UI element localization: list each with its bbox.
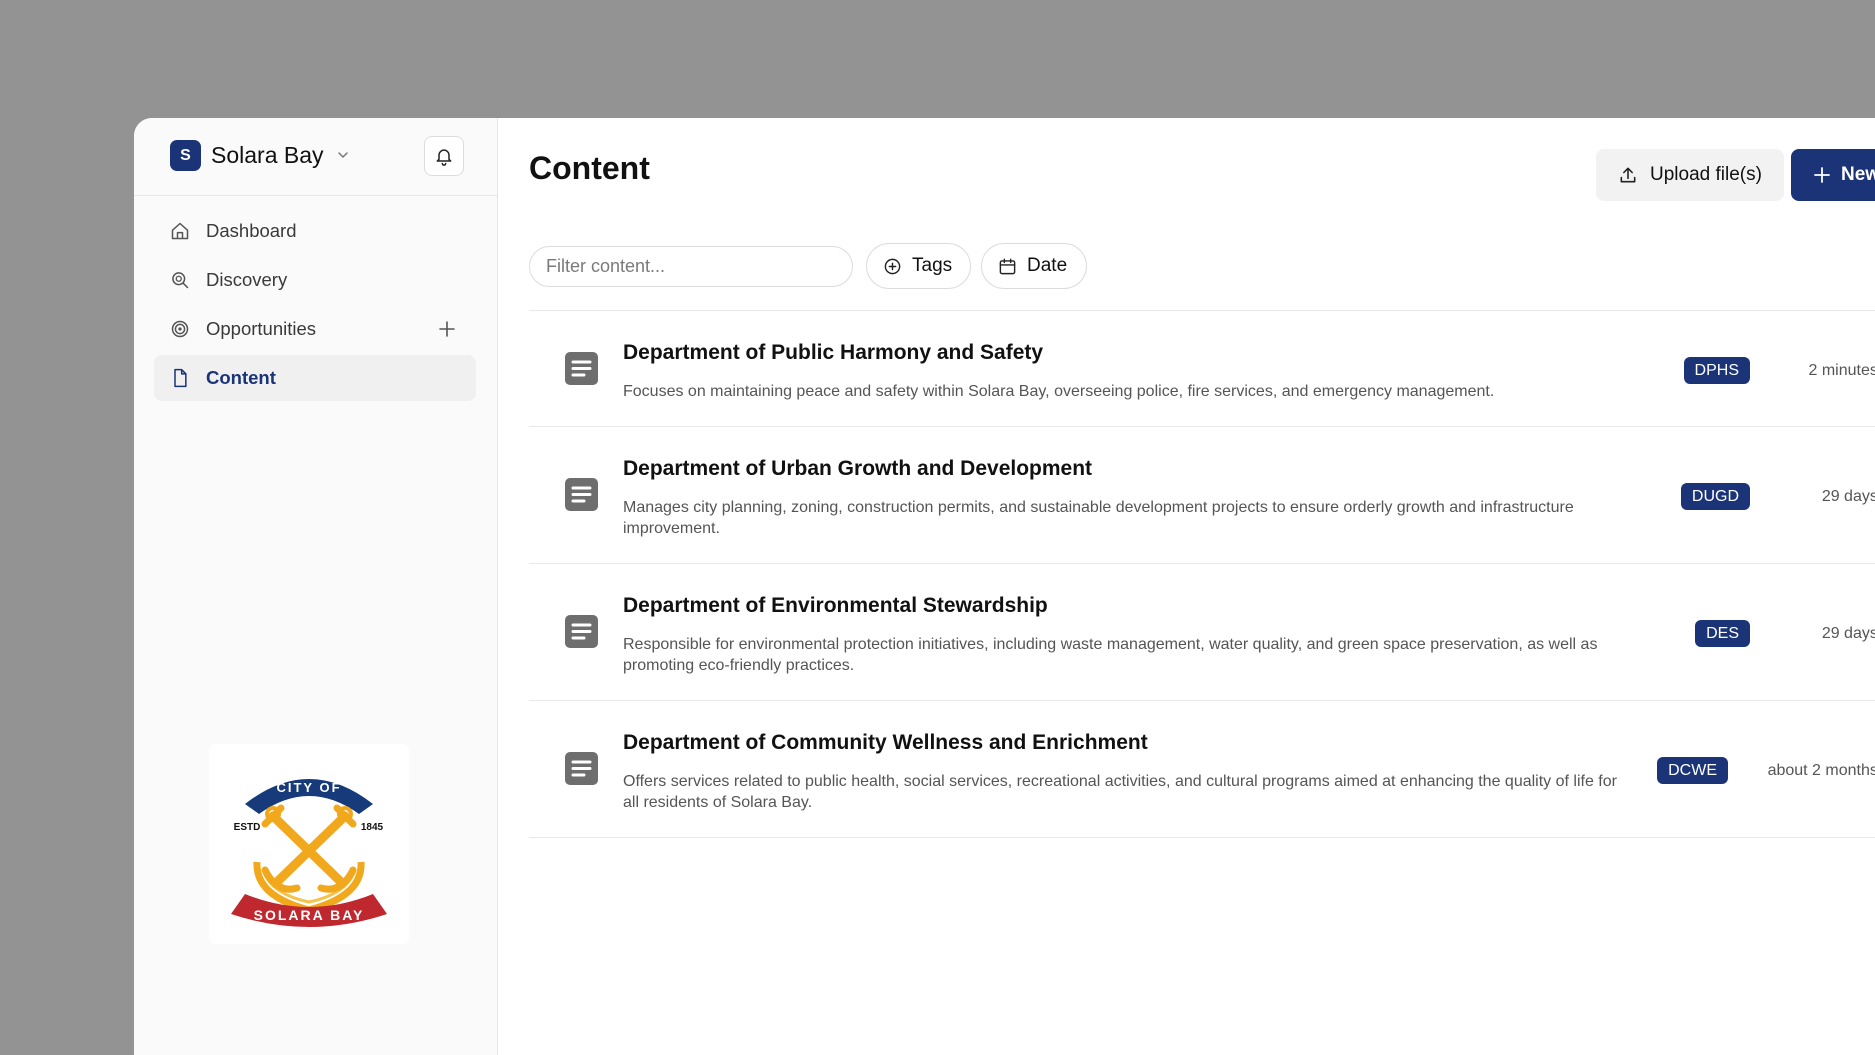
tags-filter-label: Tags bbox=[912, 255, 953, 276]
search-zoom-icon bbox=[172, 272, 189, 289]
department-badge: DCWE bbox=[1657, 757, 1728, 784]
app-window: S Solara Bay Dashboard Discovery Opportu… bbox=[134, 118, 1875, 1055]
city-seal-card: CITY OF ESTD 1845 SOLARA BAY bbox=[209, 744, 409, 944]
document-icon bbox=[565, 352, 598, 385]
item-description: Manages city planning, zoning, construct… bbox=[623, 499, 1574, 537]
sidebar-item-label: Dashboard bbox=[206, 220, 297, 241]
new-content-label: New bbox=[1841, 164, 1875, 185]
bell-icon bbox=[436, 149, 452, 166]
org-name[interactable]: Solara Bay bbox=[211, 142, 324, 169]
item-timestamp: 29 days ago bbox=[1821, 625, 1875, 642]
list-item[interactable]: Department of Environmental Stewardship … bbox=[529, 564, 1875, 701]
target-icon bbox=[171, 320, 189, 338]
sidebar-item-label: Discovery bbox=[206, 269, 288, 290]
plus-icon bbox=[1814, 167, 1830, 183]
main-content: Content Upload file(s) New Tags bbox=[497, 118, 1875, 1055]
document-icon bbox=[565, 752, 598, 785]
upload-files-button[interactable]: Upload file(s) bbox=[1596, 149, 1784, 201]
item-title[interactable]: Department of Public Harmony and Safety bbox=[623, 341, 1043, 365]
item-description: Focuses on maintaining peace and safety … bbox=[623, 383, 1495, 400]
content-list: Department of Public Harmony and Safety … bbox=[529, 310, 1875, 838]
department-badge: DES bbox=[1695, 620, 1750, 647]
sidebar-item-content[interactable]: Content bbox=[154, 355, 476, 401]
list-item[interactable]: Department of Public Harmony and Safety … bbox=[529, 311, 1875, 427]
item-timestamp: 29 days ago bbox=[1821, 488, 1875, 505]
sidebar-item-dashboard[interactable]: Dashboard bbox=[154, 208, 476, 254]
department-badge: DPHS bbox=[1683, 357, 1750, 384]
list-item[interactable]: Department of Community Wellness and Enr… bbox=[529, 701, 1875, 838]
document-icon bbox=[565, 478, 598, 511]
seal-right-text: 1845 bbox=[361, 822, 384, 833]
list-item[interactable]: Department of Urban Growth and Developme… bbox=[529, 427, 1875, 564]
file-icon bbox=[174, 368, 187, 388]
new-content-button[interactable]: New bbox=[1791, 149, 1875, 201]
org-avatar[interactable]: S bbox=[170, 140, 201, 171]
calendar-icon bbox=[999, 258, 1016, 274]
notifications-button[interactable] bbox=[424, 136, 464, 176]
department-badge: DUGD bbox=[1680, 483, 1750, 510]
plus-circle-icon bbox=[884, 258, 901, 274]
city-seal-logo: CITY OF ESTD 1845 SOLARA BAY bbox=[231, 779, 387, 927]
sidebar-item-discovery[interactable]: Discovery bbox=[154, 257, 476, 303]
filter-content-input[interactable] bbox=[529, 246, 853, 287]
home-icon bbox=[171, 222, 189, 240]
item-timestamp: 2 minutes ago bbox=[1808, 362, 1875, 379]
sidebar-nav: Dashboard Discovery Opportunities Conten… bbox=[154, 208, 476, 404]
sidebar-item-opportunities[interactable]: Opportunities bbox=[154, 306, 476, 352]
sidebar: S Solara Bay Dashboard Discovery Opportu… bbox=[134, 118, 498, 1055]
item-title[interactable]: Department of Environmental Stewardship bbox=[623, 594, 1048, 618]
item-description: Responsible for environmental protection… bbox=[623, 636, 1598, 674]
date-filter-button[interactable]: Date bbox=[981, 243, 1087, 289]
item-description: Offers services related to public health… bbox=[623, 773, 1617, 811]
date-filter-label: Date bbox=[1027, 255, 1068, 276]
sidebar-header: S Solara Bay bbox=[134, 118, 497, 196]
tags-filter-button[interactable]: Tags bbox=[866, 243, 971, 289]
sidebar-item-label: Content bbox=[206, 367, 276, 388]
upload-files-label: Upload file(s) bbox=[1650, 164, 1762, 185]
page-title: Content bbox=[529, 150, 650, 186]
item-title[interactable]: Department of Community Wellness and Enr… bbox=[623, 731, 1148, 755]
seal-left-text: ESTD bbox=[234, 822, 261, 833]
upload-icon bbox=[1620, 167, 1636, 183]
sidebar-item-label: Opportunities bbox=[206, 318, 317, 339]
item-title[interactable]: Department of Urban Growth and Developme… bbox=[623, 457, 1092, 481]
document-icon bbox=[565, 615, 598, 648]
seal-top-text: CITY OF bbox=[276, 780, 341, 795]
item-timestamp: about 2 months ago bbox=[1767, 762, 1875, 779]
add-opportunity-icon[interactable] bbox=[438, 320, 456, 338]
seal-banner-text: SOLARA BAY bbox=[254, 907, 365, 923]
chevron-down-icon[interactable] bbox=[336, 148, 350, 162]
